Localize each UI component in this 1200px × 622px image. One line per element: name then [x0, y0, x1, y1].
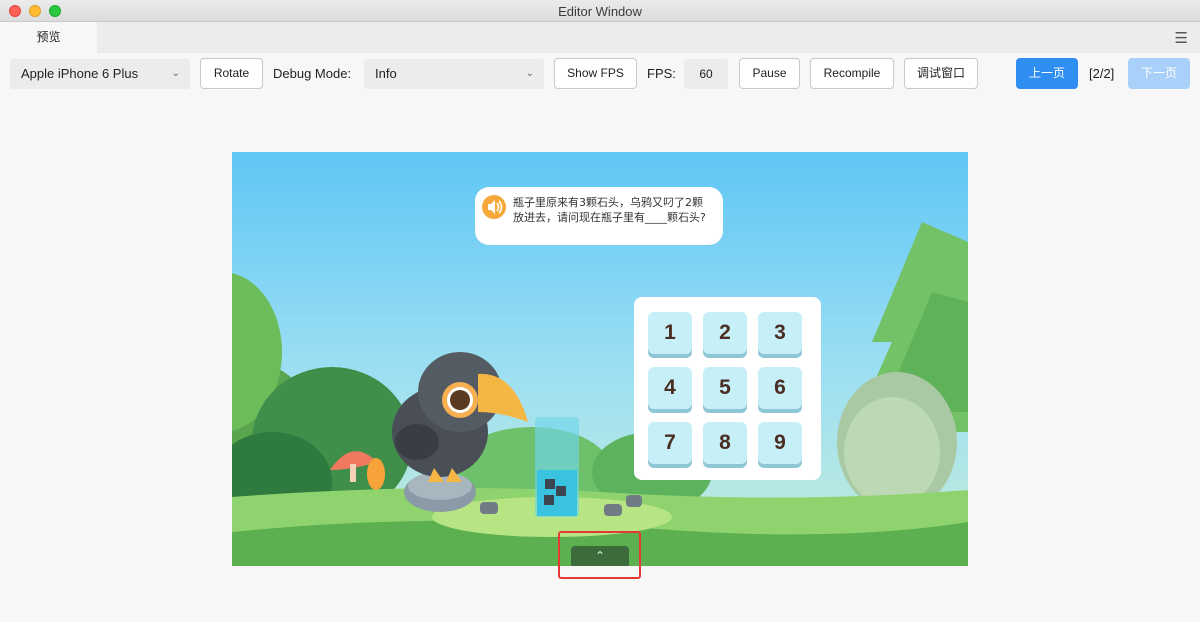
rotate-button[interactable]: Rotate [200, 58, 263, 89]
key-9[interactable]: 9 [758, 422, 802, 464]
debug-mode-select[interactable]: Info ⌄ [364, 59, 544, 89]
pause-button[interactable]: Pause [739, 58, 800, 89]
question-text: 瓶子里原来有3颗石头，乌鸦又叼了2颗放进去，请问现在瓶子里有____颗石头? [513, 196, 706, 224]
page-indicator: [2/2] [1089, 66, 1115, 81]
key-6[interactable]: 6 [758, 367, 802, 409]
recompile-button[interactable]: Recompile [810, 58, 894, 89]
show-fps-button[interactable]: Show FPS [554, 58, 637, 89]
chevron-down-icon: ⌄ [171, 68, 180, 79]
chevron-down-icon: ⌄ [525, 68, 534, 79]
key-2[interactable]: 2 [703, 312, 747, 354]
key-3[interactable]: 3 [758, 312, 802, 354]
tab-bar: 预览 ☰ [0, 22, 1200, 53]
key-4[interactable]: 4 [648, 367, 692, 409]
prev-page-button[interactable]: 上一页 [1016, 58, 1078, 89]
debug-mode-value: Info [375, 66, 397, 81]
fps-label: FPS: [647, 66, 676, 81]
key-5[interactable]: 5 [703, 367, 747, 409]
highlight-box [558, 531, 641, 579]
fps-input[interactable]: 60 [684, 59, 728, 89]
tab-preview[interactable]: 预览 [0, 22, 97, 53]
device-select-value: Apple iPhone 6 Plus [21, 66, 139, 81]
next-page-button[interactable]: 下一页 [1128, 58, 1190, 89]
speaker-icon[interactable] [482, 195, 506, 219]
window-titlebar: Editor Window [0, 0, 1200, 22]
key-8[interactable]: 8 [703, 422, 747, 464]
question-bubble: 瓶子里原来有3颗石头，乌鸦又叼了2颗放进去，请问现在瓶子里有____颗石头? [475, 187, 723, 245]
device-select[interactable]: Apple iPhone 6 Plus ⌄ [10, 59, 190, 89]
key-1[interactable]: 1 [648, 312, 692, 354]
hamburger-menu-icon[interactable]: ☰ [1175, 29, 1188, 47]
toolbar: Apple iPhone 6 Plus ⌄ Rotate Debug Mode:… [0, 53, 1200, 99]
debug-mode-label: Debug Mode: [273, 66, 352, 81]
game-preview-canvas[interactable]: 瓶子里原来有3颗石头，乌鸦又叼了2颗放进去，请问现在瓶子里有____颗石头? 1… [232, 152, 968, 566]
window-title: Editor Window [558, 4, 642, 19]
number-keypad: 1 2 3 4 5 6 7 8 9 [634, 297, 821, 480]
key-7[interactable]: 7 [648, 422, 692, 464]
debug-window-button[interactable]: 调试窗口 [904, 58, 978, 89]
